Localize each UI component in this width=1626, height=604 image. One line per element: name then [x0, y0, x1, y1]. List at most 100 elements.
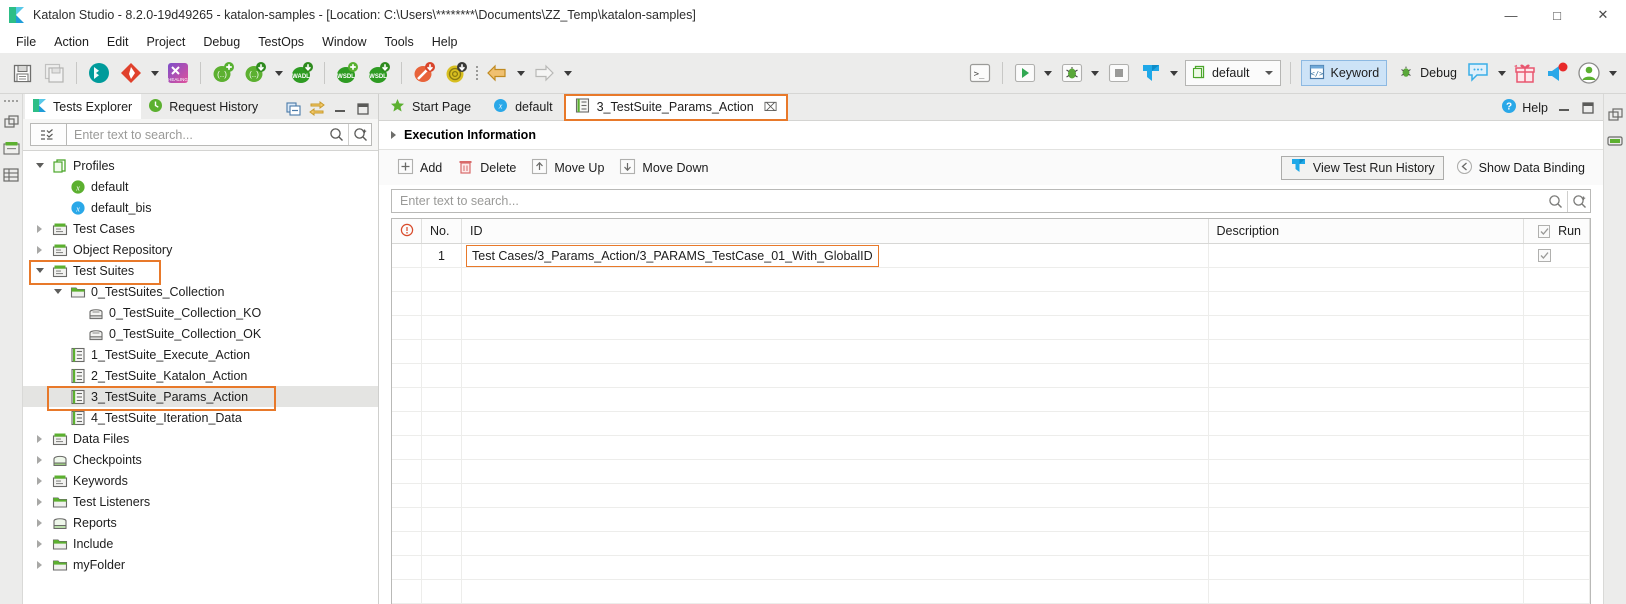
tree-item-object-repository[interactable]: Object Repository	[23, 239, 378, 260]
close-icon[interactable]: ⌧	[764, 100, 778, 114]
cell-status[interactable]	[392, 244, 422, 267]
chevron-right-icon[interactable]	[33, 498, 46, 506]
tab-start-page[interactable]: Start Page	[379, 94, 482, 120]
tree-item-include[interactable]: Include	[23, 533, 378, 554]
tab-tests-explorer[interactable]: Tests Explorer	[25, 94, 141, 119]
link-with-editor-icon[interactable]	[308, 100, 325, 117]
tree-item-test-suites[interactable]: Test Suites	[23, 260, 378, 281]
testops-dropdown-caret-icon[interactable]	[1167, 58, 1182, 88]
import-test-case-icon[interactable]: (..)	[239, 57, 271, 89]
tree-item-test-listeners[interactable]: Test Listeners	[23, 491, 378, 512]
tree-item-0-testsuites-collection[interactable]: 0_TestSuites_Collection	[23, 281, 378, 302]
tree-item-test-cases[interactable]: Test Cases	[23, 218, 378, 239]
restore-perspective-icon[interactable]	[1607, 107, 1624, 124]
table-row-empty[interactable]	[392, 436, 1590, 460]
test-case-search-input[interactable]	[392, 194, 1544, 208]
tree-item-profiles[interactable]: Profiles	[23, 155, 378, 176]
magnifier-icon[interactable]	[325, 124, 348, 145]
toolbar-overflow-dots[interactable]	[472, 62, 481, 84]
menu-file[interactable]: File	[7, 33, 45, 51]
gift-icon[interactable]	[1509, 57, 1541, 89]
maximize-icon[interactable]	[354, 100, 371, 117]
execution-profile-combo[interactable]: default	[1185, 60, 1281, 86]
tests-explorer-tree[interactable]: Profilesxdefaultxdefault_bisTest CasesOb…	[23, 150, 378, 604]
close-button[interactable]: ✕	[1580, 0, 1626, 30]
table-row-empty[interactable]	[392, 556, 1590, 580]
tab-test-suite-params-action[interactable]: 3_TestSuite_Params_Action ⌧	[564, 94, 789, 120]
chevron-right-icon[interactable]	[33, 477, 46, 485]
megaphone-icon[interactable]	[1541, 57, 1573, 89]
test-case-search-box[interactable]	[391, 189, 1591, 213]
back-arrow-icon[interactable]	[481, 57, 513, 89]
tree-item-1-testsuite-execute-action[interactable]: 1_TestSuite_Execute_Action	[23, 344, 378, 365]
table-row-empty[interactable]	[392, 292, 1590, 316]
menu-help[interactable]: Help	[423, 33, 467, 51]
tree-item-0-testsuite-collection-ok[interactable]: 0_TestSuite_Collection_OK	[23, 323, 378, 344]
search-input[interactable]	[74, 128, 325, 142]
grid-header-status[interactable]	[392, 219, 422, 243]
save-icon[interactable]	[6, 57, 38, 89]
table-row[interactable]: 1Test Cases/3_Params_Action/3_PARAMS_Tes…	[392, 244, 1590, 268]
table-row-empty[interactable]	[392, 532, 1590, 556]
menu-tools[interactable]: Tools	[376, 33, 423, 51]
tree-item-myfolder[interactable]: myFolder	[23, 554, 378, 575]
test-case-id-value[interactable]: Test Cases/3_Params_Action/3_PARAMS_Test…	[466, 245, 879, 267]
chevron-right-icon[interactable]	[33, 246, 46, 254]
menu-window[interactable]: Window	[313, 33, 375, 51]
outline-rail-icon[interactable]	[1607, 133, 1624, 150]
delete-button[interactable]: Delete	[453, 156, 524, 180]
testops-icon[interactable]	[1135, 57, 1167, 89]
table-row-empty[interactable]	[392, 460, 1590, 484]
self-healing-icon[interactable]: HEALING	[162, 57, 194, 89]
keyword-mode-button[interactable]: </> Keyword	[1301, 60, 1388, 86]
forward-arrow-icon[interactable]	[528, 57, 560, 89]
minimize-icon[interactable]	[331, 100, 348, 117]
table-row-empty[interactable]	[392, 580, 1590, 604]
help-button[interactable]: ? Help	[1501, 98, 1548, 117]
import-dropdown-caret-icon[interactable]	[271, 58, 286, 88]
execution-information-section[interactable]: Execution Information	[379, 121, 1603, 150]
cell-run[interactable]	[1524, 244, 1590, 267]
grid-header-no[interactable]: No.	[422, 219, 462, 243]
run-icon[interactable]	[1009, 57, 1041, 89]
git-dropdown-caret-icon[interactable]	[147, 58, 162, 88]
maximize-icon[interactable]	[1579, 99, 1596, 116]
menu-action[interactable]: Action	[45, 33, 98, 51]
chevron-right-icon[interactable]	[33, 225, 46, 233]
grid-header-id[interactable]: ID	[462, 219, 1209, 243]
tests-explorer-rail-icon[interactable]	[3, 140, 20, 157]
new-web-service-icon[interactable]	[408, 57, 440, 89]
table-row-empty[interactable]	[392, 412, 1590, 436]
chevron-right-icon[interactable]	[33, 519, 46, 527]
stop-icon[interactable]	[1103, 57, 1135, 89]
chevron-right-icon[interactable]	[33, 435, 46, 443]
chevron-right-icon[interactable]	[33, 561, 46, 569]
chevron-down-icon[interactable]	[33, 163, 46, 168]
git-icon[interactable]	[115, 57, 147, 89]
menu-edit[interactable]: Edit	[98, 33, 138, 51]
cell-no[interactable]: 1	[422, 244, 462, 267]
table-row-empty[interactable]	[392, 316, 1590, 340]
table-row-empty[interactable]	[392, 340, 1590, 364]
tree-search-box[interactable]	[66, 123, 372, 146]
save-all-icon[interactable]	[38, 57, 70, 89]
table-row-empty[interactable]	[392, 484, 1590, 508]
import-wadl-icon[interactable]: WADL	[286, 57, 318, 89]
tree-item-0-testsuite-collection-ko[interactable]: 0_TestSuite_Collection_KO	[23, 302, 378, 323]
magnifier-plus-icon[interactable]	[348, 124, 371, 145]
tab-request-history[interactable]: Request History	[141, 94, 267, 119]
table-row-empty[interactable]	[392, 268, 1590, 292]
tree-item-default-bis[interactable]: xdefault_bis	[23, 197, 378, 218]
menu-project[interactable]: Project	[137, 33, 194, 51]
chevron-down-icon[interactable]	[33, 268, 46, 273]
debug-dropdown-caret-icon[interactable]	[1088, 58, 1103, 88]
grid-header-run[interactable]: Run	[1524, 219, 1590, 243]
account-dropdown-caret-icon[interactable]	[1605, 58, 1620, 88]
account-avatar-icon[interactable]	[1573, 57, 1605, 89]
grid-header-description[interactable]: Description	[1209, 219, 1525, 243]
katalon-recorder-icon[interactable]	[83, 57, 115, 89]
grid-body[interactable]: 1Test Cases/3_Params_Action/3_PARAMS_Tes…	[392, 244, 1590, 604]
maximize-button[interactable]: □	[1534, 0, 1580, 30]
collapse-all-icon[interactable]	[285, 100, 302, 117]
chat-icon[interactable]	[1464, 57, 1494, 89]
